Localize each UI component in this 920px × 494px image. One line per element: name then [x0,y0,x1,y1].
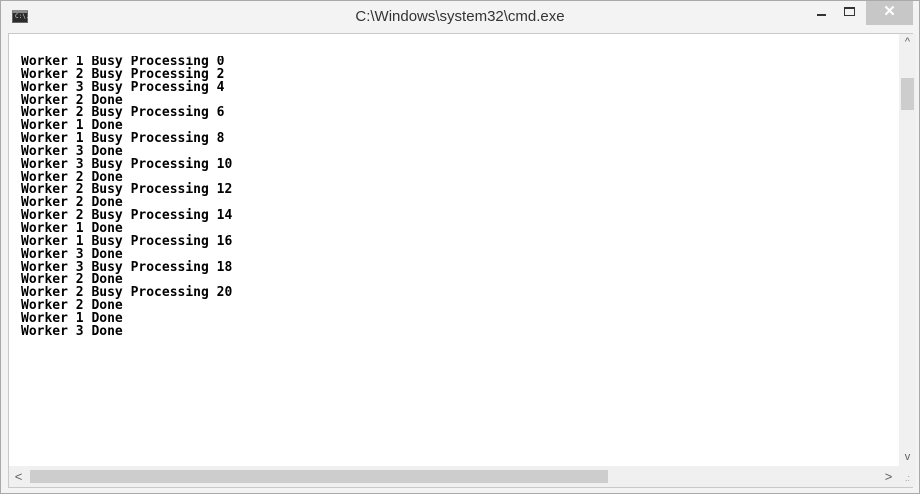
cmd-window: C:\. C:\Windows\system32\cmd.exe ✕ Worke… [0,0,920,494]
console-output[interactable]: Worker 1 Busy Processing 0 Worker 2 Busy … [21,56,901,488]
console-line: Worker 3 Busy Processing 18 [21,259,233,275]
scroll-right-icon[interactable]: > [879,466,898,487]
console-line: Worker 1 Done [21,310,123,326]
resize-grip-icon[interactable]: .: [899,466,916,487]
scroll-down-icon[interactable]: v [899,449,916,466]
console-line: Worker 3 Busy Processing 10 [21,156,233,172]
minimize-button[interactable] [807,1,835,25]
close-button[interactable]: ✕ [866,1,913,25]
console-area[interactable]: Worker 1 Busy Processing 0 Worker 2 Busy … [8,33,916,488]
console-line: Worker 2 Done [21,298,123,314]
console-line: Worker 3 Done [21,323,123,339]
scroll-left-icon[interactable]: < [9,466,28,487]
horizontal-scroll-thumb[interactable] [30,470,608,483]
console-line: Worker 2 Busy Processing 12 [21,182,233,198]
maximize-icon [844,7,855,16]
horizontal-scrollbar[interactable]: < > [9,466,899,487]
minimize-icon [817,14,826,16]
title-bar[interactable]: C:\. C:\Windows\system32\cmd.exe ✕ [1,1,919,33]
close-icon: ✕ [883,3,896,20]
vertical-scroll-thumb[interactable] [901,78,914,110]
maximize-button[interactable] [835,1,863,25]
window-title: C:\Windows\system32\cmd.exe [355,8,565,25]
console-line: Worker 1 Busy Processing 8 [21,131,225,147]
console-line: Worker 1 Busy Processing 16 [21,233,233,249]
scroll-up-icon[interactable]: ^ [899,34,916,51]
console-line: Worker 3 Busy Processing 4 [21,79,225,95]
vertical-scrollbar[interactable]: ^ v [899,34,916,466]
console-line: Worker 2 Busy Processing 6 [21,105,225,121]
console-line: Worker 2 Busy Processing 20 [21,285,233,301]
console-line: Worker 2 Busy Processing 14 [21,208,233,224]
